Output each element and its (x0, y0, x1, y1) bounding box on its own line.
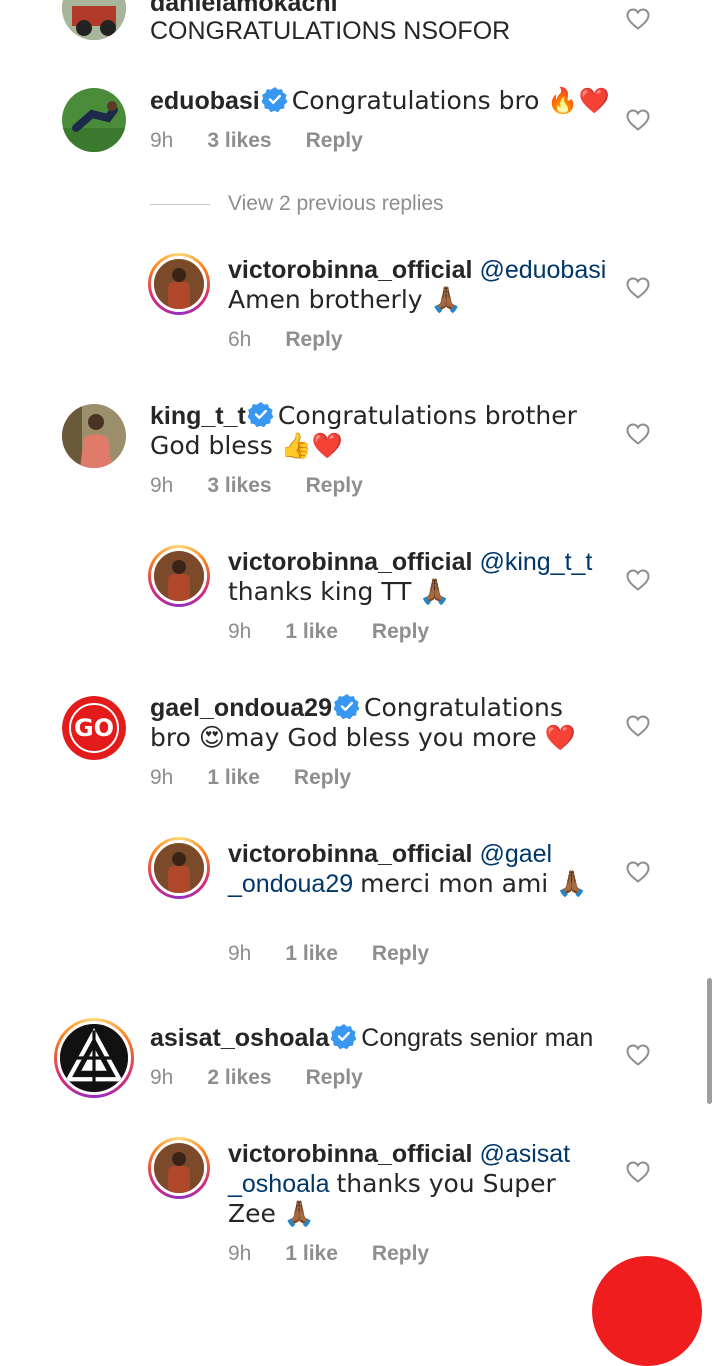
heart-icon[interactable] (626, 423, 650, 445)
comment-username[interactable]: victorobinna_official (228, 256, 472, 284)
floating-action-button[interactable] (592, 1256, 702, 1366)
avatar[interactable] (148, 837, 210, 899)
likes-count[interactable]: 1 like (285, 1242, 338, 1265)
comment-text: thanks king TT 🙏🏾 (228, 577, 451, 606)
comment-text: Congrats senior man (361, 1024, 594, 1052)
comment-text: merci mon ami 🙏🏾 (360, 869, 588, 898)
likes-count[interactable]: 1 like (207, 766, 260, 789)
comment-username[interactable]: king_t_t (150, 402, 246, 430)
divider (150, 203, 210, 205)
reply-button[interactable]: Reply (372, 942, 429, 965)
reply-button[interactable]: Reply (306, 474, 363, 497)
comment-time: 9h (228, 620, 252, 643)
heart-icon[interactable] (626, 1044, 650, 1066)
comment-time: 9h (228, 1242, 252, 1265)
comment-meta: 9h 1 like Reply (228, 1242, 463, 1266)
comment-username[interactable]: gael_ondoua29 (150, 694, 332, 722)
comment-time: 9h (150, 1066, 174, 1089)
avatar[interactable] (148, 545, 210, 607)
heart-icon[interactable] (626, 109, 650, 131)
heart-icon[interactable] (626, 277, 650, 299)
comment-time: 9h (150, 766, 174, 789)
reply-button[interactable]: Reply (306, 1066, 363, 1089)
reply-button[interactable]: Reply (285, 328, 342, 351)
comment-time: 9h (150, 474, 174, 497)
comment-meta: 9h 1 like Reply (228, 620, 463, 644)
comment-text: Congratulations bro 🔥❤️ (291, 86, 610, 115)
likes-count[interactable]: 3 likes (207, 474, 271, 497)
reply-button[interactable]: Reply (372, 1242, 429, 1265)
comment-text: Amen brotherly 🙏🏾 (228, 285, 462, 314)
likes-count[interactable]: 1 like (285, 620, 338, 643)
verified-badge-icon (247, 402, 274, 427)
reply-button[interactable]: Reply (294, 766, 351, 789)
reply-button[interactable]: Reply (306, 129, 363, 152)
comment-username[interactable]: victorobinna_official (228, 1140, 472, 1168)
heart-icon[interactable] (626, 715, 650, 737)
comment-meta: 9h 1 like Reply (228, 942, 463, 966)
likes-count[interactable]: 2 likes (207, 1066, 271, 1089)
view-previous-replies[interactable]: View 2 previous replies (150, 192, 444, 216)
comment-username[interactable]: eduobasi (150, 87, 260, 115)
comment-meta: 9h 2 likes Reply (150, 1066, 397, 1090)
mention-link[interactable]: @king_t_t (479, 548, 592, 576)
avatar[interactable] (62, 88, 126, 152)
comment-meta: 6h Reply (228, 328, 377, 352)
avatar[interactable] (62, 404, 126, 468)
verified-badge-icon (261, 87, 288, 112)
likes-count[interactable]: 3 likes (207, 129, 271, 152)
heart-icon[interactable] (626, 861, 650, 883)
verified-badge-icon (334, 694, 360, 719)
comment-time: 9h (228, 942, 252, 965)
comment-username[interactable]: asisat_oshoala (150, 1024, 329, 1052)
heart-icon[interactable] (626, 8, 650, 30)
avatar[interactable]: GO (62, 696, 126, 760)
comment-meta: 9h 1 like Reply (150, 766, 385, 790)
svg-text:GO: GO (74, 714, 114, 742)
mention-link[interactable]: @eduobasi (479, 256, 606, 284)
avatar[interactable] (62, 0, 126, 40)
avatar[interactable] (148, 253, 210, 315)
comment-time: 9h (150, 129, 174, 152)
avatar[interactable] (148, 1137, 210, 1199)
comment-username[interactable]: danielamokachi (150, 0, 338, 17)
reply-button[interactable]: Reply (372, 620, 429, 643)
likes-count[interactable]: 1 like (285, 942, 338, 965)
comment-text: CONGRATULATIONS NSOFOR (150, 17, 511, 45)
comment-username[interactable]: victorobinna_official (228, 840, 472, 868)
heart-icon[interactable] (626, 1161, 650, 1183)
comment-meta: 9h 3 likes Reply (150, 474, 397, 498)
comment-username[interactable]: victorobinna_official (228, 548, 472, 576)
avatar[interactable] (54, 1018, 134, 1098)
verified-badge-icon (331, 1024, 357, 1049)
comment-time: 6h (228, 328, 252, 351)
heart-icon[interactable] (626, 569, 650, 591)
comment-meta: 9h 3 likes Reply (150, 129, 397, 153)
scrollbar[interactable] (707, 978, 712, 1104)
